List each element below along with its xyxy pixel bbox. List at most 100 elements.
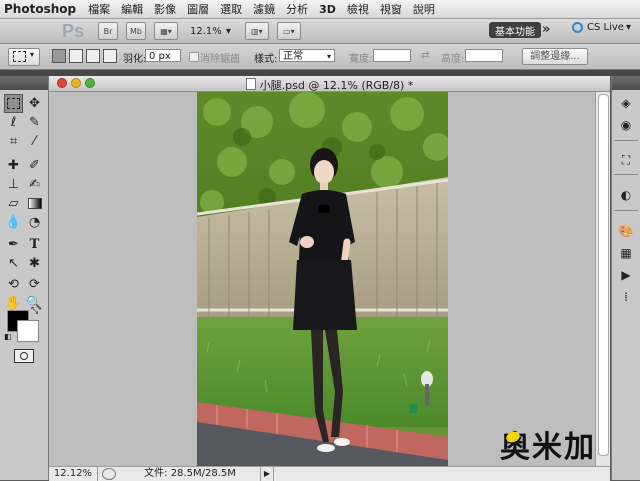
brush-tool-icon[interactable]: ✐ [25,156,44,175]
screen-mode-icon: ▭▾ [283,26,295,36]
zoom-dropdown-icon[interactable]: ▾ [226,26,231,37]
feather-label: 羽化: [123,54,147,65]
dock-separator [614,210,638,211]
dock-separator [614,140,638,141]
menu-3d[interactable]: 3D [319,3,336,16]
add-to-selection-icon[interactable] [69,49,83,63]
paragraph-panel-icon[interactable]: ⁞ [617,289,635,305]
antialias-label: 消除鋸齒 [200,54,240,65]
quick-selection-tool-icon[interactable]: ✎ [25,113,44,132]
blur-tool-icon[interactable]: 💧 [4,213,23,232]
default-colors-icon[interactable]: ◧ [4,332,12,341]
quick-mask-icon [20,352,28,360]
path-selection-tool-icon[interactable]: ↖ [4,254,23,273]
chevron-down-icon: ▾ [326,52,331,61]
subtract-selection-icon[interactable] [86,49,100,63]
color-panel-icon[interactable]: 🎨 [617,223,635,239]
clone-stamp-tool-icon[interactable]: ⊥ [4,175,23,194]
swap-icon[interactable]: ⇄ [421,50,429,61]
style-select[interactable]: 正常 ▾ [279,49,335,62]
workspace-button[interactable]: 基本功能 [489,22,541,38]
move-tool-icon[interactable]: ✥ [25,94,44,113]
arrange-documents-button[interactable]: ▥▾ [244,22,269,40]
background-color-swatch[interactable] [17,320,39,342]
dodge-tool-icon[interactable]: ◔ [25,213,44,232]
history-brush-tool-icon[interactable]: ✍ [25,175,44,194]
swatches-panel-icon[interactable]: ▦ [617,245,635,261]
cs-live-icon [572,22,583,33]
feather-input[interactable]: 0 px [145,49,181,62]
crop-tool-icon[interactable]: ⌗ [4,132,23,151]
antialias-checkbox[interactable] [189,52,199,62]
gradient-tool-icon[interactable] [25,194,44,213]
width-input[interactable] [373,49,411,62]
layers-panel-icon[interactable]: ◈ [617,95,635,111]
menu-bar: Photoshop 檔案 編輯 影像 圖層 選取 濾鏡 分析 3D 檢視 視窗 … [0,0,640,19]
more-workspaces-button[interactable]: » [542,22,550,37]
menu-image[interactable]: 影像 [154,1,176,17]
watermark-text: 奥米加 [500,430,596,465]
menu-window[interactable]: 視窗 [380,1,402,17]
photo-scene [197,92,448,466]
spot-healing-tool-icon[interactable]: ✚ [4,156,23,175]
photo-image [197,92,448,466]
3d-rotate-tool-icon[interactable]: ⟲ [4,275,23,294]
vertical-scrollbar[interactable] [595,92,610,466]
psd-file-icon [245,78,256,90]
extras-button[interactable]: ▦▾ [154,22,179,40]
3d-orbit-tool-icon[interactable]: ⟳ [25,275,44,294]
transform-panel-icon[interactable]: ⛶ [617,152,635,168]
adjustments-panel-icon[interactable]: ◐ [617,187,635,203]
rect-marquee-tool-icon[interactable] [4,94,23,113]
menu-filter[interactable]: 濾鏡 [253,1,275,17]
menu-file[interactable]: 檔案 [88,1,110,17]
screen-mode-button[interactable]: ▭▾ [276,22,301,40]
quick-mask-button[interactable] [14,349,34,363]
chevron-down-icon: ▾ [625,22,631,33]
rect-marquee-preset-icon [13,51,26,62]
width-label: 寬度: [349,54,373,65]
shape-tool-icon[interactable]: ✱ [25,254,44,273]
status-info-icon[interactable] [102,468,116,480]
menu-help[interactable]: 說明 [413,1,435,17]
menu-edit[interactable]: 編輯 [121,1,143,17]
menu-select[interactable]: 選取 [220,1,242,17]
eraser-tool-icon[interactable]: ▱ [4,194,23,213]
cs-live-button[interactable]: CS Live ▾ [572,22,631,33]
height-input[interactable] [465,49,503,62]
tool-preset-picker[interactable]: ▾ [8,48,40,66]
watermark-logo: 奥米加 [500,422,620,465]
status-file-info: 文件: 28.5M/28.5M [144,468,236,479]
bridge-button[interactable]: Br [98,22,119,40]
swap-colors-icon[interactable]: ⤡ [31,306,38,316]
style-select-value: 正常 [283,51,303,62]
pen-tool-icon[interactable]: ✒ [4,235,23,254]
right-panel-dock: ◈ ◉ ⛶ ◐ 🎨 ▦ ▶ ⁞ [611,76,640,480]
eyedropper-tool-icon[interactable]: ⁄ [25,132,44,151]
zoom-level-display[interactable]: 12.1% [190,26,222,37]
document-window: 小腿.psd @ 12.1% (RGB/8) * 12.12% 文件: 28.5… [49,76,610,481]
document-title-bar[interactable]: 小腿.psd @ 12.1% (RGB/8) * [49,76,610,92]
minibridge-button[interactable]: Mb [126,22,147,40]
status-menu-arrow-icon[interactable]: ▶ [260,467,274,481]
menu-layer[interactable]: 圖層 [187,1,209,17]
tools-panel-header[interactable] [0,76,48,90]
intersect-selection-icon[interactable] [103,49,117,63]
right-dock-header[interactable] [612,76,640,90]
status-zoom-field[interactable]: 12.12% [49,467,98,481]
refine-edge-button[interactable]: 調整邊緣... [522,48,588,65]
grid-icon: ▦▾ [160,26,172,36]
type-tool-icon[interactable]: T [25,235,44,254]
scrollbar-thumb[interactable] [598,94,609,456]
actions-panel-icon[interactable]: ▶ [617,267,635,283]
menu-view[interactable]: 檢視 [347,1,369,17]
lasso-tool-icon[interactable]: ℓ [4,113,23,132]
ps-logo: Ps [62,20,85,41]
document-canvas[interactable] [49,92,610,466]
channels-panel-icon[interactable]: ◉ [617,117,635,133]
menu-analysis[interactable]: 分析 [286,1,308,17]
menu-app-name[interactable]: Photoshop [4,2,76,16]
new-selection-icon[interactable] [52,49,66,63]
selection-mode-group [52,49,117,63]
chevron-down-icon: ▾ [30,50,35,59]
